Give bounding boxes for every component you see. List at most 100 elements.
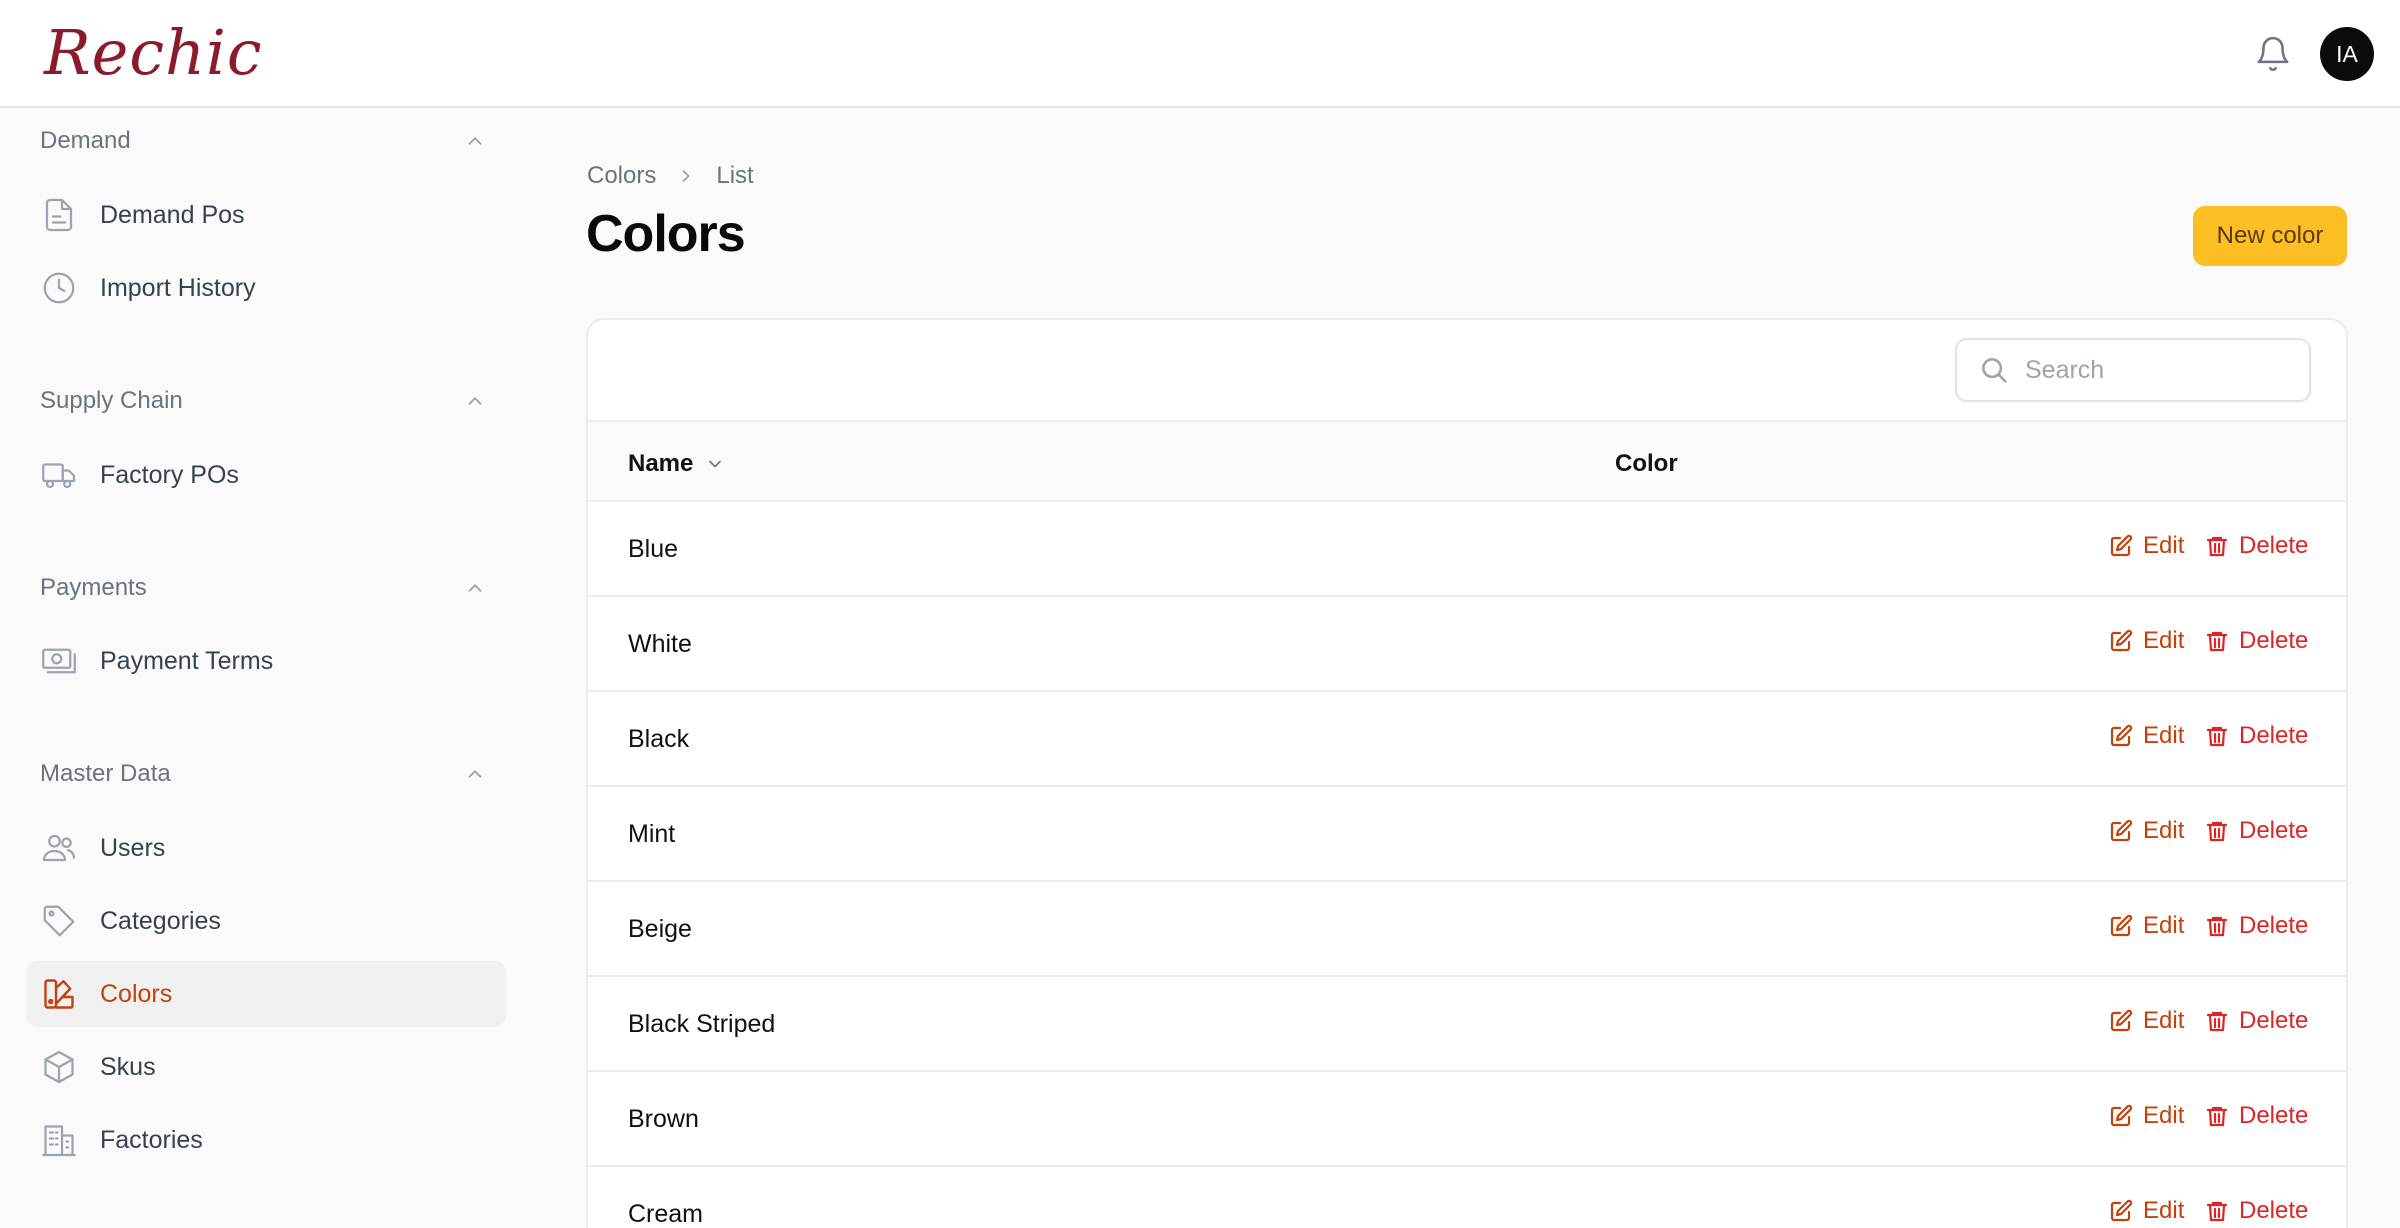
delete-button[interactable]: Delete xyxy=(2205,1102,2308,1130)
edit-button[interactable]: Edit xyxy=(2109,1007,2184,1035)
delete-button[interactable]: Delete xyxy=(2205,722,2308,750)
trash-icon xyxy=(2205,1104,2239,1128)
sidebar-item-users[interactable]: Users xyxy=(26,815,506,881)
bell-icon[interactable] xyxy=(2254,34,2292,74)
sidebar-group-label: Payments xyxy=(40,574,147,601)
edit-icon xyxy=(2109,1009,2143,1033)
top-bar: Rechic IA xyxy=(0,0,2400,108)
sidebar-item-colors[interactable]: Colors xyxy=(26,961,506,1027)
sidebar-group-label: Demand xyxy=(40,127,131,154)
document-icon xyxy=(40,196,78,234)
colors-table-card: Name Color Blue Edit Delete White Edit Delete… xyxy=(586,318,2348,1228)
users-icon xyxy=(40,829,78,867)
chevron-right-icon xyxy=(683,170,690,182)
table-row: White Edit Delete xyxy=(588,597,2346,692)
delete-label: Delete xyxy=(2239,912,2309,939)
sidebar-item-label: Factories xyxy=(100,1125,203,1154)
delete-button[interactable]: Delete xyxy=(2205,912,2308,940)
search-input[interactable] xyxy=(2025,355,2295,385)
delete-label: Delete xyxy=(2239,627,2309,654)
sidebar-item-factory-pos[interactable]: Factory POs xyxy=(26,442,506,508)
trash-icon xyxy=(2205,1199,2239,1223)
search-field[interactable] xyxy=(1955,338,2311,402)
sidebar-item-label: Categories xyxy=(100,906,221,935)
edit-icon xyxy=(2109,914,2143,938)
sidebar-item-label: Skus xyxy=(100,1052,156,1081)
chevron-up-icon xyxy=(468,770,482,778)
truck-icon xyxy=(40,456,78,494)
edit-button[interactable]: Edit xyxy=(2109,817,2184,845)
edit-label: Edit xyxy=(2143,627,2185,654)
color-name: Blue xyxy=(628,535,679,563)
column-header-name[interactable]: Name xyxy=(628,450,725,478)
page-title: Colors xyxy=(586,205,746,263)
color-name: Black Striped xyxy=(628,1010,776,1038)
trash-icon xyxy=(2205,629,2239,653)
delete-label: Delete xyxy=(2239,1007,2309,1034)
sidebar-item-demand-pos[interactable]: Demand Pos xyxy=(26,182,506,248)
edit-icon xyxy=(2109,534,2143,558)
delete-label: Delete xyxy=(2239,817,2309,844)
edit-icon xyxy=(2109,819,2143,843)
sidebar-item-skus[interactable]: Skus xyxy=(26,1034,506,1100)
edit-button[interactable]: Edit xyxy=(2109,627,2184,655)
sidebar-item-label: Users xyxy=(100,833,166,862)
trash-icon xyxy=(2205,1009,2239,1033)
delete-label: Delete xyxy=(2239,1102,2309,1129)
edit-label: Edit xyxy=(2143,1197,2185,1224)
delete-label: Delete xyxy=(2239,722,2309,749)
chevron-down-icon xyxy=(709,460,722,468)
sidebar-group-label: Supply Chain xyxy=(40,387,183,414)
edit-button[interactable]: Edit xyxy=(2109,1102,2184,1130)
edit-label: Edit xyxy=(2143,722,2185,749)
sidebar-group-demand[interactable]: Demand xyxy=(40,119,490,163)
color-name: Black xyxy=(628,725,690,753)
delete-label: Delete xyxy=(2239,1197,2309,1224)
table-row: Cream Edit Delete xyxy=(588,1167,2346,1228)
delete-label: Delete xyxy=(2239,532,2309,559)
edit-button[interactable]: Edit xyxy=(2109,722,2184,750)
delete-button[interactable]: Delete xyxy=(2205,627,2308,655)
sidebar-item-payment-terms[interactable]: Payment Terms xyxy=(26,628,506,694)
delete-button[interactable]: Delete xyxy=(2205,1007,2308,1035)
sidebar-item-import-history[interactable]: Import History xyxy=(26,255,506,321)
edit-icon xyxy=(2109,1199,2143,1223)
cube-icon xyxy=(40,1048,78,1086)
edit-button[interactable]: Edit xyxy=(2109,532,2184,560)
chevron-up-icon xyxy=(468,137,482,145)
sidebar-item-label: Import History xyxy=(100,273,256,302)
table-header: Name Color xyxy=(588,420,2346,502)
sidebar-item-factories[interactable]: Factories xyxy=(26,1107,506,1173)
edit-button[interactable]: Edit xyxy=(2109,1197,2184,1225)
color-name: Cream xyxy=(628,1200,704,1228)
edit-button[interactable]: Edit xyxy=(2109,912,2184,940)
banknote-icon xyxy=(40,642,78,680)
color-name: Mint xyxy=(628,820,676,848)
edit-label: Edit xyxy=(2143,1102,2185,1129)
brand-logo[interactable]: Rechic xyxy=(44,16,263,89)
user-avatar[interactable]: IA xyxy=(2320,27,2374,81)
tag-icon xyxy=(40,902,78,940)
delete-button[interactable]: Delete xyxy=(2205,532,2308,560)
sidebar-group-supply-chain[interactable]: Supply Chain xyxy=(40,379,490,423)
sidebar-group-master-data[interactable]: Master Data xyxy=(40,752,490,796)
delete-button[interactable]: Delete xyxy=(2205,1197,2308,1225)
sidebar-group-payments[interactable]: Payments xyxy=(40,566,490,610)
trash-icon xyxy=(2205,819,2239,843)
delete-button[interactable]: Delete xyxy=(2205,817,2308,845)
sidebar-item-label: Demand Pos xyxy=(100,200,245,229)
sidebar-item-label: Payment Terms xyxy=(100,646,274,675)
trash-icon xyxy=(2205,724,2239,748)
chevron-up-icon xyxy=(468,584,482,592)
table-row: Mint Edit Delete xyxy=(588,787,2346,882)
table-row: Brown Edit Delete xyxy=(588,1072,2346,1167)
table-row: Blue Edit Delete xyxy=(588,502,2346,597)
sidebar-item-categories[interactable]: Categories xyxy=(26,888,506,954)
column-header-label: Name xyxy=(628,450,694,477)
breadcrumb: Colors List xyxy=(587,162,754,190)
sidebar-item-label: Factory POs xyxy=(100,460,239,489)
sidebar-group-label: Master Data xyxy=(40,760,171,787)
breadcrumb-colors-link[interactable]: Colors xyxy=(587,162,656,190)
new-color-button[interactable]: New color xyxy=(2193,206,2347,266)
edit-label: Edit xyxy=(2143,817,2185,844)
